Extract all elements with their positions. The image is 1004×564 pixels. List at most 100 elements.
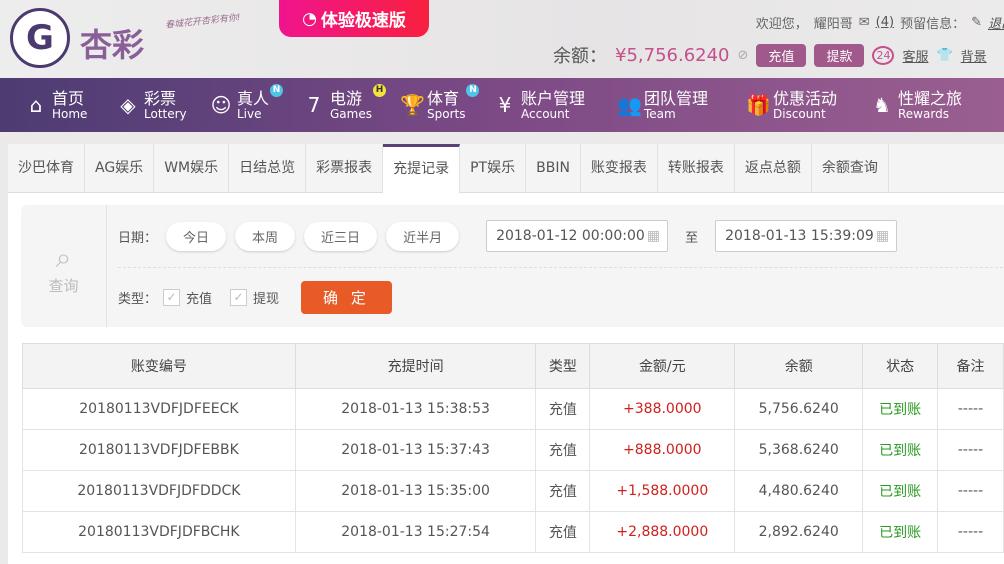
deposit-type-label: 充值: [186, 292, 213, 307]
logo-text: 杏彩: [80, 26, 145, 64]
rewards-icon: ♞: [873, 93, 891, 117]
type-cell: 充值: [535, 388, 591, 430]
time-cell: 2018-01-13 15:27:54: [294, 511, 537, 553]
nav-item-team[interactable]: 👥 团队管理 Team: [617, 78, 708, 132]
turbo-label: 体验极速版: [320, 11, 406, 31]
tab-2[interactable]: WM娱乐: [154, 144, 230, 192]
nav-label: 彩票: [144, 88, 177, 108]
tab-8[interactable]: 账变报表: [581, 144, 658, 192]
reserved-info-label: 预留信息：: [900, 17, 966, 32]
nav-item-discount[interactable]: 🎁 优惠活动 Discount: [746, 78, 837, 132]
nav-sublabel: Rewards: [898, 106, 949, 121]
balance-bar: 余额： ¥5,756.6240 ⊘ 充值 提款 24 客服 👕 背景: [553, 42, 987, 68]
slogan: 春城花开杏彩有你!: [164, 13, 242, 31]
last-half-month-button[interactable]: 近半月: [386, 221, 460, 251]
tab-11[interactable]: 余额查询: [812, 144, 889, 192]
withdraw-button[interactable]: 提款: [814, 43, 865, 67]
nav-label: 性耀之旅: [898, 88, 963, 108]
records-table: 账变编号 充提时间 类型 金额/元 余额 状态 备注 20180113VDFJDFEECK 2…: [22, 343, 1004, 553]
confirm-button[interactable]: 确 定: [301, 281, 392, 314]
mail-icon[interactable]: ✉: [859, 15, 870, 30]
tab-7[interactable]: BBIN: [526, 144, 581, 192]
support-link[interactable]: 客服: [902, 46, 928, 65]
type-cell: 充值: [535, 511, 591, 553]
nav-item-live[interactable]: ☺ 真人 Live N: [210, 78, 284, 132]
balance-cell: 4,480.6240: [734, 470, 864, 512]
calendar-icon[interactable]: ▦: [647, 221, 660, 251]
last-three-days-button[interactable]: 近三日: [304, 221, 378, 251]
live-icon: ☺: [210, 93, 232, 117]
balance-cell: 5,756.6240: [734, 388, 864, 430]
table-header: 账变编号 充提时间 类型 金额/元 余额 状态 备注: [22, 343, 1004, 389]
tab-0[interactable]: 沙巴体育: [8, 144, 85, 192]
withdraw-type-label: 提现: [253, 292, 280, 307]
tab-1[interactable]: AG娱乐: [85, 144, 155, 192]
shirt-icon[interactable]: 👕: [936, 48, 952, 63]
edit-icon[interactable]: ✎: [971, 15, 982, 30]
amount-cell: +388.0000: [589, 388, 736, 430]
type-label: 类型：: [118, 292, 158, 307]
badge-n: N: [466, 84, 480, 97]
nav-label: 首页: [52, 88, 85, 108]
time-cell: 2018-01-13 15:35:00: [294, 470, 537, 512]
user-bar: 欢迎您， 耀阳哥 ✉ (4) 预留信息： ✎ 退出: [756, 13, 1004, 32]
deposit-checkbox[interactable]: ✓: [163, 289, 181, 306]
remark-cell: -----: [937, 388, 1004, 430]
table-row: 20180113VDFJDFBCHK 2018-01-13 15:27:54 充值 +…: [22, 511, 1004, 553]
welcome-text: 欢迎您，: [755, 17, 808, 32]
nav-item-games[interactable]: 7 电游 Games H: [303, 78, 386, 132]
nav-sublabel: Account: [521, 106, 570, 121]
games-icon: 7: [307, 93, 321, 117]
turbo-version-button[interactable]: ◔ 体验极速版: [279, 0, 429, 37]
badge-n: N: [270, 84, 284, 97]
tab-6[interactable]: PT娱乐: [460, 144, 527, 192]
username: 耀阳哥: [813, 17, 853, 32]
this-week-button[interactable]: 本周: [235, 221, 296, 251]
search-icon: ⌕: [55, 241, 72, 274]
nav-item-sports[interactable]: 🏆 体育 Sports N: [400, 78, 480, 132]
status-cell: 已到账: [862, 511, 939, 553]
nav-sublabel: Live: [237, 106, 262, 121]
remark-cell: -----: [937, 470, 1004, 512]
time-cell: 2018-01-13 15:38:53: [294, 388, 537, 430]
deposit-button[interactable]: 充值: [756, 43, 807, 67]
query-label: 查询: [48, 277, 79, 295]
logo-emblem[interactable]: G: [10, 8, 70, 68]
nav-sublabel: Team: [644, 106, 676, 121]
amount-cell: +1,588.0000: [589, 470, 736, 512]
to-label: 至: [685, 230, 699, 246]
nav-item-lottery[interactable]: ◈ 彩票 Lottery: [117, 78, 186, 132]
tab-3[interactable]: 日结总览: [229, 144, 307, 192]
date-label: 日期：: [118, 230, 158, 246]
end-date-input[interactable]: 2018-01-13 15:39:09 ▦: [715, 220, 898, 252]
today-button[interactable]: 今日: [166, 221, 227, 251]
tab-4[interactable]: 彩票报表: [306, 144, 384, 192]
report-tabs: 沙巴体育 AG娱乐 WM娱乐 日结总览 彩票报表 充提记录 PT娱乐 BBIN 账变报表 转账报表…: [8, 144, 1004, 193]
amount-cell: +2,888.0000: [589, 511, 736, 553]
support-24-icon[interactable]: 24: [872, 45, 895, 65]
nav-item-account[interactable]: ¥ 账户管理 Account: [494, 78, 585, 132]
status-cell: 已到账: [862, 388, 939, 430]
balance-value: ¥5,756.6240: [615, 44, 730, 66]
lottery-icon: ◈: [120, 93, 136, 117]
nav-item-rewards[interactable]: ♞ 性耀之旅 Rewards: [871, 78, 962, 132]
nav-label: 真人: [237, 88, 270, 108]
logout-link[interactable]: 退出: [988, 13, 1004, 32]
column-header: 余额: [734, 343, 864, 389]
record-id-cell: 20180113VDFJDFEBBK: [22, 429, 296, 471]
background-link[interactable]: 背景: [961, 46, 987, 65]
status-cell: 已到账: [862, 429, 939, 471]
start-date-input[interactable]: 2018-01-12 00:00:00 ▦: [486, 220, 669, 252]
balance-label: 余额：: [553, 46, 607, 67]
header: G 杏彩 春城花开杏彩有你! ◔ 体验极速版 欢迎您， 耀阳哥 ✉ (4) 预留信…: [0, 0, 1004, 78]
tab-10[interactable]: 返点总额: [735, 144, 812, 192]
nav-item-home[interactable]: ⌂ 首页 Home: [25, 78, 88, 132]
calendar-icon[interactable]: ▦: [876, 221, 889, 251]
tab-5[interactable]: 充提记录: [383, 144, 461, 193]
mail-count[interactable]: (4): [876, 15, 894, 30]
withdraw-checkbox[interactable]: ✓: [230, 289, 248, 306]
query-button[interactable]: ⌕ 查询: [21, 205, 107, 327]
tab-9[interactable]: 转账报表: [658, 144, 735, 192]
hide-balance-icon[interactable]: ⊘: [738, 48, 749, 63]
column-header: 账变编号: [22, 343, 296, 389]
